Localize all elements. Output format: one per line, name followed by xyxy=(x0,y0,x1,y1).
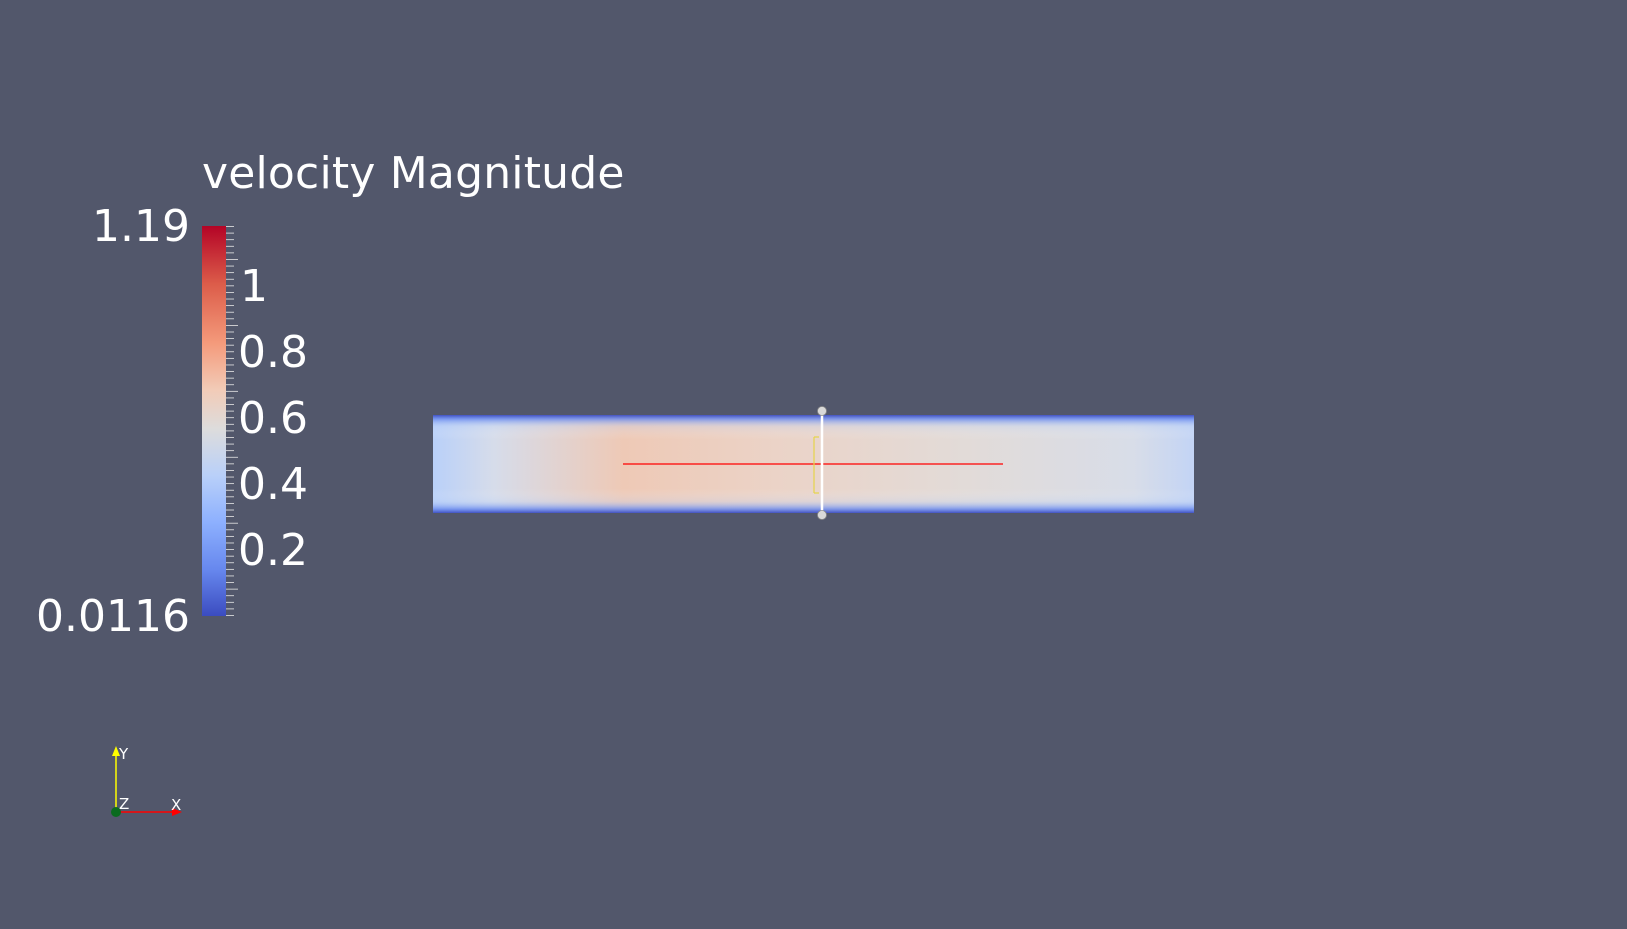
colorbar-tick-0.4: 0.4 xyxy=(238,459,308,510)
colorbar-min-label: 0.0116 xyxy=(36,591,190,642)
orientation-axes: Y Z X xyxy=(100,742,190,820)
colorbar[interactable] xyxy=(202,226,226,616)
colorbar-tick-marks xyxy=(226,226,238,616)
line-handle-top[interactable] xyxy=(817,406,827,416)
colorbar-title: velocity Magnitude xyxy=(202,148,625,199)
y-axis-label: Y xyxy=(119,745,129,763)
colorbar-tick-0.2: 0.2 xyxy=(238,525,308,576)
z-axis-label: Z xyxy=(119,795,130,813)
line-handle-bottom[interactable] xyxy=(817,510,827,520)
colorbar-tick-1: 1 xyxy=(240,261,268,312)
render-view[interactable]: velocity Magnitude 1.19 1 0.8 0.6 0.4 0.… xyxy=(0,0,1627,929)
line-source-widget[interactable] xyxy=(812,404,832,522)
colorbar-tick-0.8: 0.8 xyxy=(238,327,308,378)
colorbar-max-label: 1.19 xyxy=(92,201,190,252)
colorbar-tick-0.6: 0.6 xyxy=(238,393,308,444)
x-axis-label: X xyxy=(171,796,182,814)
